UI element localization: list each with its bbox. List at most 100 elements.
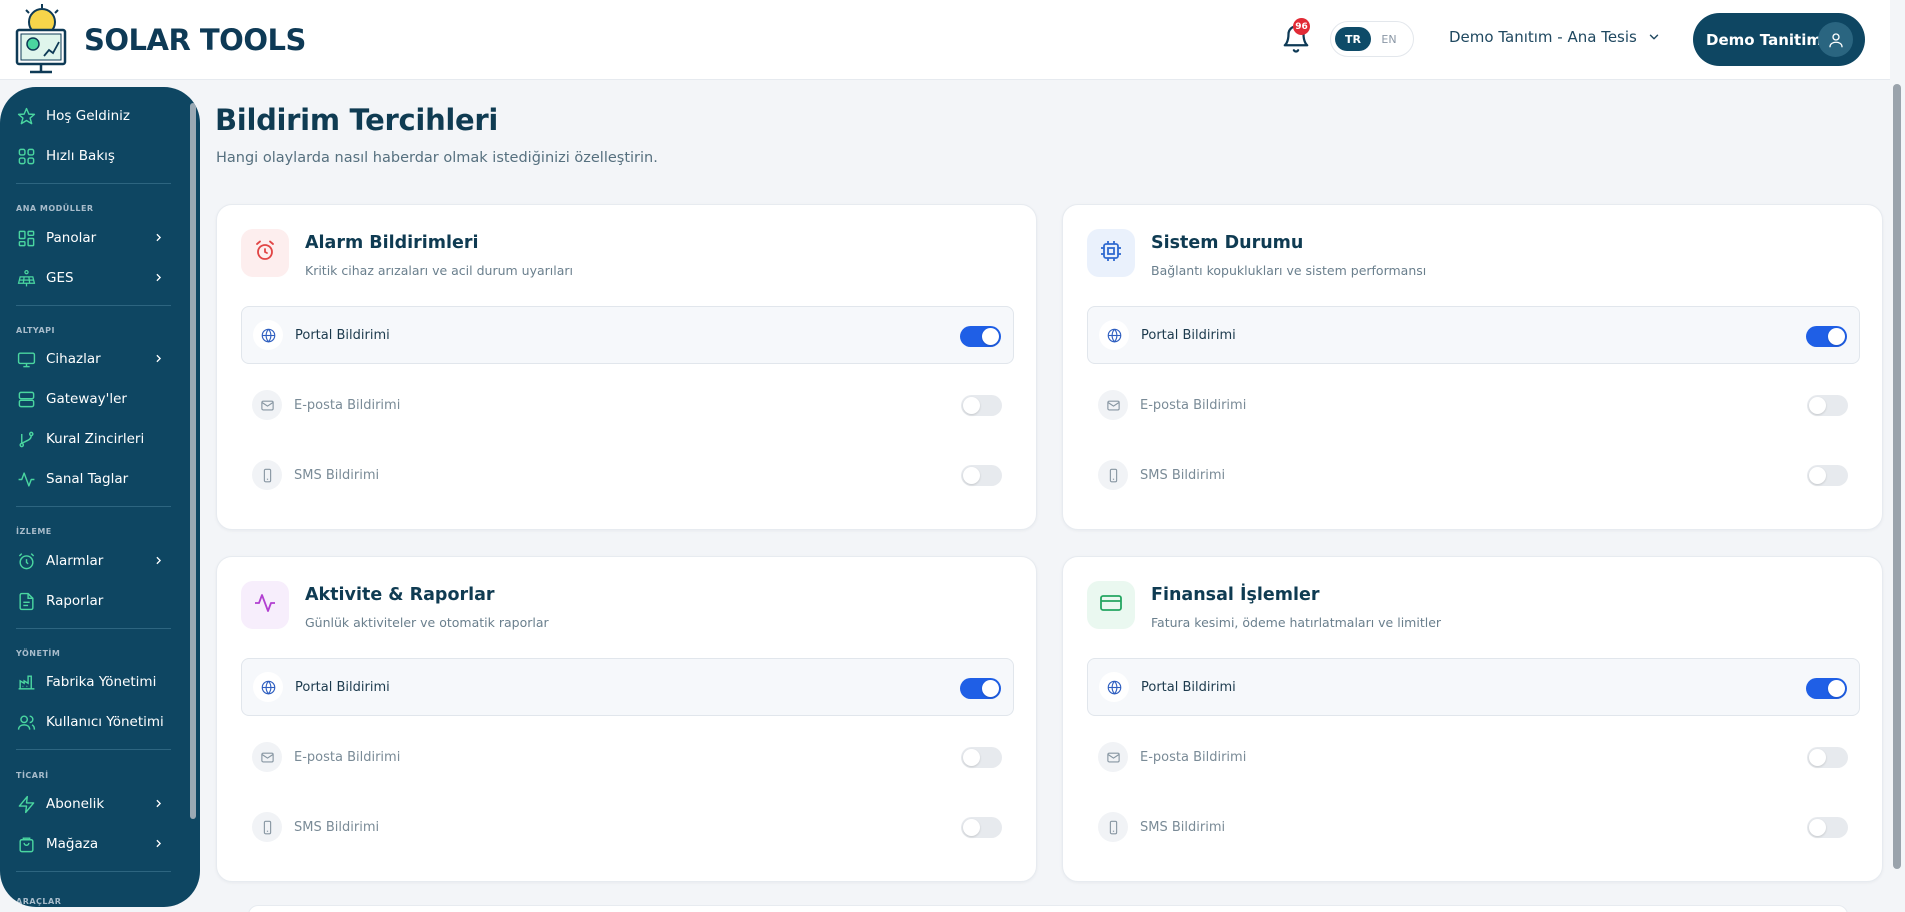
lang-en-button[interactable]: EN — [1371, 27, 1407, 51]
sidebar-item-label: Alarmlar — [46, 553, 104, 569]
sidebar-item-label: Hoş Geldiniz — [46, 108, 130, 124]
sidebar-item-rule-chains[interactable]: Kural Zincirleri — [15, 424, 165, 454]
channel-label: SMS Bildirimi — [294, 467, 380, 483]
card-description: Bağlantı kopuklukları ve sistem performa… — [1151, 263, 1427, 278]
sidebar-item-virtual-tags[interactable]: Sanal Taglar — [15, 464, 165, 494]
factory-icon — [15, 671, 37, 693]
phone-icon — [252, 812, 282, 842]
sidebar-section-title: ANA MODÜLLER — [16, 204, 94, 213]
email-toggle[interactable] — [1807, 395, 1848, 416]
channel-label: SMS Bildirimi — [1140, 819, 1226, 835]
app-logo[interactable]: SOLAR TOOLS — [14, 4, 306, 76]
sidebar-item-label: Panolar — [46, 230, 97, 246]
sms-toggle[interactable] — [961, 465, 1002, 486]
activity-icon — [15, 468, 37, 490]
credit-card-icon — [1099, 591, 1123, 619]
channel-row-sms: SMS Bildirimi — [241, 446, 1014, 504]
sidebar-item-ges[interactable]: GES — [15, 263, 165, 293]
sidebar-divider — [16, 749, 171, 750]
page-subtitle: Hangi olaylarda nasıl haberdar olmak ist… — [216, 150, 658, 166]
user-icon — [1828, 32, 1843, 47]
chevron-right-icon — [156, 354, 162, 363]
channel-row-portal: Portal Bildirimi — [241, 306, 1014, 364]
card-system-status: Sistem Durumu Bağlantı kopuklukları ve si… — [1062, 204, 1883, 530]
activity-icon — [253, 591, 277, 619]
globe-icon — [1099, 672, 1129, 702]
channel-row-sms: SMS Bildirimi — [1087, 446, 1860, 504]
portal-toggle[interactable] — [960, 326, 1001, 347]
sms-toggle[interactable] — [1807, 817, 1848, 838]
toggle-knob — [1809, 467, 1826, 484]
mail-icon — [1098, 742, 1128, 772]
sms-toggle[interactable] — [961, 817, 1002, 838]
portal-toggle[interactable] — [1806, 326, 1847, 347]
channel-label: E-posta Bildirimi — [294, 749, 401, 765]
bolt-icon — [15, 793, 37, 815]
email-toggle[interactable] — [961, 747, 1002, 768]
sidebar-item-welcome[interactable]: Hoş Geldiniz — [15, 101, 165, 131]
notification-count-badge: 96 — [1293, 18, 1310, 35]
sidebar-item-label: GES — [46, 270, 74, 286]
chevron-right-icon — [156, 233, 162, 242]
grid-icon — [15, 145, 37, 167]
chevron-right-icon — [156, 556, 162, 565]
card-title: Sistem Durumu — [1151, 233, 1304, 253]
email-toggle[interactable] — [1807, 747, 1848, 768]
channel-row-email: E-posta Bildirimi — [1087, 376, 1860, 434]
card-icon-box — [241, 229, 289, 277]
sidebar-item-label: Cihazlar — [46, 351, 101, 367]
sidebar-section-title: ARAÇLAR — [16, 897, 62, 906]
sidebar-item-user-management[interactable]: Kullanıcı Yönetimi — [15, 707, 165, 737]
channel-label: Portal Bildirimi — [1141, 679, 1236, 695]
avatar — [1818, 22, 1853, 57]
mail-icon — [252, 742, 282, 772]
solar-logo-icon — [15, 4, 67, 74]
email-toggle[interactable] — [961, 395, 1002, 416]
user-menu-button[interactable]: Demo Tanitim — [1693, 13, 1865, 66]
sidebar-item-dashboards[interactable]: Panolar — [15, 223, 165, 253]
sidebar-divider — [16, 305, 171, 306]
page-scrollbar[interactable] — [1893, 84, 1901, 869]
lang-tr-button[interactable]: TR — [1335, 27, 1371, 51]
toggle-knob — [963, 749, 980, 766]
channel-label: Portal Bildirimi — [1141, 327, 1236, 343]
channel-label: E-posta Bildirimi — [1140, 749, 1247, 765]
sms-toggle[interactable] — [1807, 465, 1848, 486]
channel-label: E-posta Bildirimi — [294, 397, 401, 413]
sidebar-item-overview[interactable]: Hızlı Bakış — [15, 141, 165, 171]
portal-toggle[interactable] — [1806, 678, 1847, 699]
cpu-icon — [1099, 239, 1123, 267]
app-name: SOLAR TOOLS — [84, 23, 306, 57]
channel-row-portal: Portal Bildirimi — [1087, 658, 1860, 716]
sidebar-item-reports[interactable]: Raporlar — [15, 586, 165, 616]
star-icon — [15, 105, 37, 127]
toggle-knob — [1828, 680, 1845, 697]
toggle-knob — [963, 467, 980, 484]
phone-icon — [252, 460, 282, 490]
sidebar-item-label: Raporlar — [46, 593, 104, 609]
sidebar-item-gateways[interactable]: Gateway'ler — [15, 384, 165, 414]
card-icon-box — [241, 581, 289, 629]
toggle-knob — [982, 680, 999, 697]
globe-icon — [1099, 320, 1129, 350]
sidebar-item-factory-management[interactable]: Fabrika Yönetimi — [15, 667, 165, 697]
sidebar-item-subscription[interactable]: Abonelik — [15, 789, 165, 819]
sidebar-item-alarms[interactable]: Alarmlar — [15, 546, 165, 576]
shopping-bag-icon — [15, 833, 37, 855]
channel-label: E-posta Bildirimi — [1140, 397, 1247, 413]
card-activity-reports: Aktivite & Raporlar Günlük aktiviteler ve… — [216, 556, 1037, 882]
mail-icon — [252, 390, 282, 420]
sidebar-divider — [16, 628, 171, 629]
sidebar-scrollbar[interactable] — [190, 103, 196, 819]
chevron-right-icon — [156, 839, 162, 848]
sidebar-item-devices[interactable]: Cihazlar — [15, 344, 165, 374]
portal-toggle[interactable] — [960, 678, 1001, 699]
site-selector[interactable]: Demo Tanıtım - Ana Tesis — [1449, 28, 1661, 46]
report-icon — [15, 590, 37, 612]
next-card-edge — [248, 905, 1848, 912]
sidebar-divider — [16, 506, 171, 507]
card-description: Fatura kesimi, ödeme hatırlatmaları ve l… — [1151, 615, 1442, 630]
sidebar-item-store[interactable]: Mağaza — [15, 829, 165, 859]
phone-icon — [1098, 460, 1128, 490]
sidebar-item-label: Gateway'ler — [46, 391, 127, 407]
